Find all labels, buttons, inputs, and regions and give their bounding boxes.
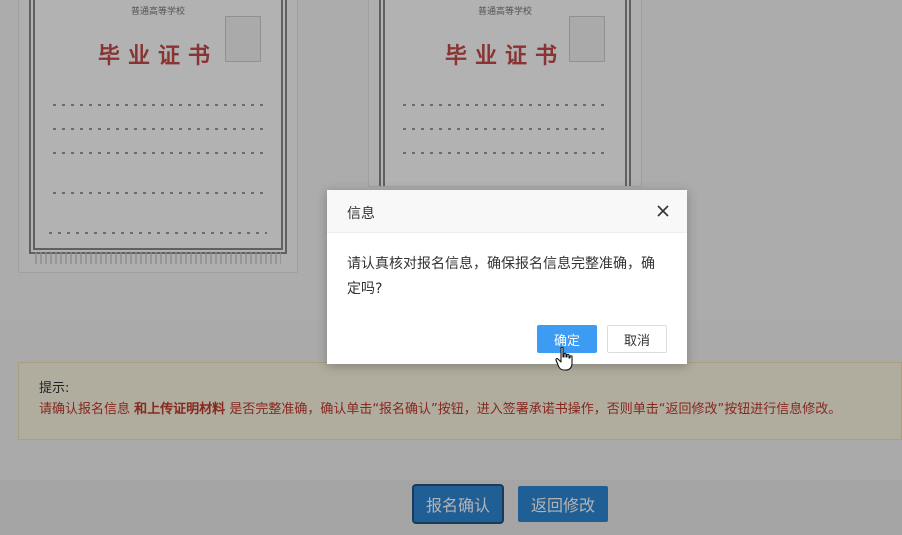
dialog-cancel-button[interactable]: 取消: [607, 325, 667, 353]
close-icon[interactable]: [655, 203, 671, 219]
dialog-header: 信息: [327, 190, 687, 233]
confirm-dialog: 信息 请认真核对报名信息，确保报名信息完整准确，确定吗? 确定 取消: [327, 190, 687, 364]
hand-cursor-icon: [555, 346, 573, 371]
dialog-message: 请认真核对报名信息，确保报名信息完整准确，确定吗?: [347, 256, 655, 297]
dialog-title: 信息: [347, 206, 375, 222]
